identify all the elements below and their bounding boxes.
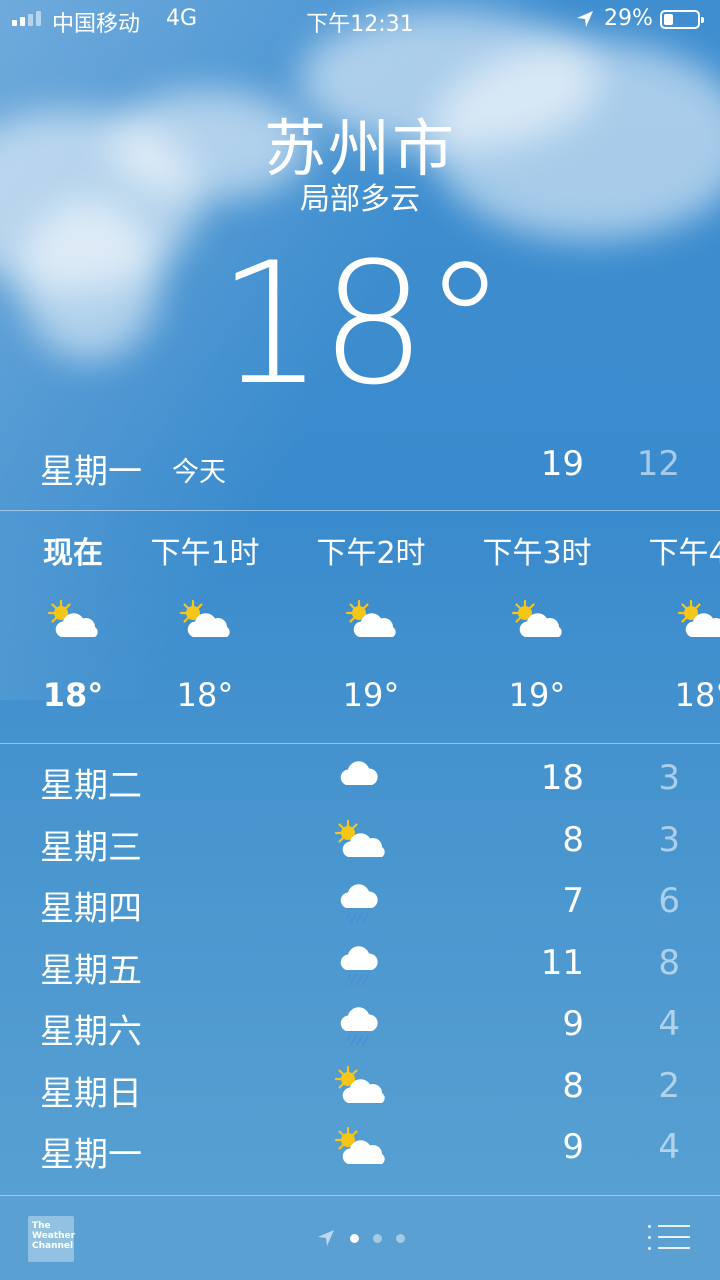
partly-sunny-icon <box>330 816 390 866</box>
rain-icon <box>330 754 390 804</box>
daily-day: 星期六 <box>40 1012 142 1052</box>
daily-low: 4 <box>658 1004 680 1044</box>
hour-label: 下午4时 <box>648 536 720 571</box>
hour-item: 下午1时 18° <box>130 512 280 714</box>
daily-row: 星期日 8 2 <box>0 1058 720 1120</box>
today-tag: 今天 <box>172 457 226 488</box>
divider <box>0 743 720 744</box>
page-dot <box>372 1233 382 1243</box>
location-arrow-icon <box>577 11 593 27</box>
divider <box>0 510 720 511</box>
hour-temp: 18° <box>176 676 234 714</box>
daily-row: 星期一 9 4 <box>0 1119 720 1181</box>
hour-temp: 18° <box>42 676 104 714</box>
daily-forecast[interactable]: 星期二 18 3 星期三 8 3 星期四 7 6 星期五 11 8 星期六 9 … <box>0 750 720 1181</box>
daily-day: 星期三 <box>40 827 142 868</box>
daily-low: 3 <box>658 819 680 860</box>
rain-icon <box>330 877 390 927</box>
daily-day: 星期一 <box>40 1135 142 1175</box>
hour-item: 下午3时 19° <box>462 512 612 714</box>
today-row: 星期一 今天 19 12 <box>0 440 720 510</box>
battery-icon <box>660 10 704 29</box>
bottom-toolbar: The Weather Channel <box>0 1195 720 1280</box>
page-dot <box>349 1233 359 1243</box>
daily-row: 星期五 11 8 <box>0 935 720 997</box>
partly-sunny-icon <box>330 1062 390 1112</box>
daily-row: 星期四 7 6 <box>0 873 720 935</box>
daily-day: 星期二 <box>40 766 142 806</box>
hour-temp: 18° <box>674 676 720 714</box>
partly-sunny-icon <box>330 1123 390 1173</box>
partly-sunny-icon <box>462 586 612 656</box>
daily-high: 8 <box>562 819 584 860</box>
today-low: 12 <box>636 444 680 484</box>
partly-sunny-icon <box>628 586 720 656</box>
daily-low: 4 <box>658 1127 680 1167</box>
hourly-forecast[interactable]: 现在 18° 下午1时 18° 下午2时 19° 下午3时 19° 下午4 18 <box>0 512 720 742</box>
hour-label: 现在 <box>43 536 103 571</box>
hour-label: 下午3时 <box>482 536 592 571</box>
page-dot <box>395 1233 405 1243</box>
daily-low: 8 <box>658 942 680 983</box>
daily-high: 11 <box>540 942 584 983</box>
daily-day: 星期日 <box>40 1073 142 1114</box>
partly-sunny-icon <box>0 586 148 656</box>
hour-temp: 19° <box>508 676 566 714</box>
today-day: 星期一 <box>40 452 142 492</box>
battery-percent: 29% <box>604 6 653 31</box>
partly-sunny-icon <box>130 586 280 656</box>
daily-low: 3 <box>658 758 680 798</box>
daily-day: 星期五 <box>40 950 142 991</box>
daily-high: 9 <box>562 1127 584 1167</box>
hour-item: 下午2时 19° <box>296 512 446 714</box>
daily-high: 8 <box>562 1065 584 1106</box>
page-indicator[interactable] <box>0 1228 720 1248</box>
daily-high: 7 <box>562 881 584 921</box>
rain-icon <box>330 939 390 989</box>
current-temperature: 18° <box>217 226 507 422</box>
hour-label: 下午1时 <box>150 536 260 571</box>
hour-label: 下午2时 <box>316 536 426 571</box>
daily-low: 6 <box>658 881 680 921</box>
daily-row: 星期二 18 3 <box>0 750 720 812</box>
weather-condition: 局部多云 <box>300 182 420 217</box>
today-high: 19 <box>540 444 584 484</box>
daily-row: 星期三 8 3 <box>0 812 720 874</box>
hour-item: 下午4时 18° <box>628 512 720 714</box>
daily-low: 2 <box>658 1065 680 1106</box>
daily-high: 18 <box>540 758 584 798</box>
hour-temp: 19° <box>342 676 400 714</box>
partly-sunny-icon <box>296 586 446 656</box>
daily-row: 星期六 9 4 <box>0 996 720 1058</box>
daily-day: 星期四 <box>40 889 142 929</box>
status-bar: 中国移动 4G 下午12:31 29% <box>0 0 720 40</box>
daily-high: 9 <box>562 1004 584 1044</box>
location-arrow-icon <box>317 1230 334 1246</box>
rain-icon <box>330 1000 390 1050</box>
hour-item: 现在 18° <box>0 512 148 714</box>
list-icon[interactable] <box>648 1222 690 1254</box>
